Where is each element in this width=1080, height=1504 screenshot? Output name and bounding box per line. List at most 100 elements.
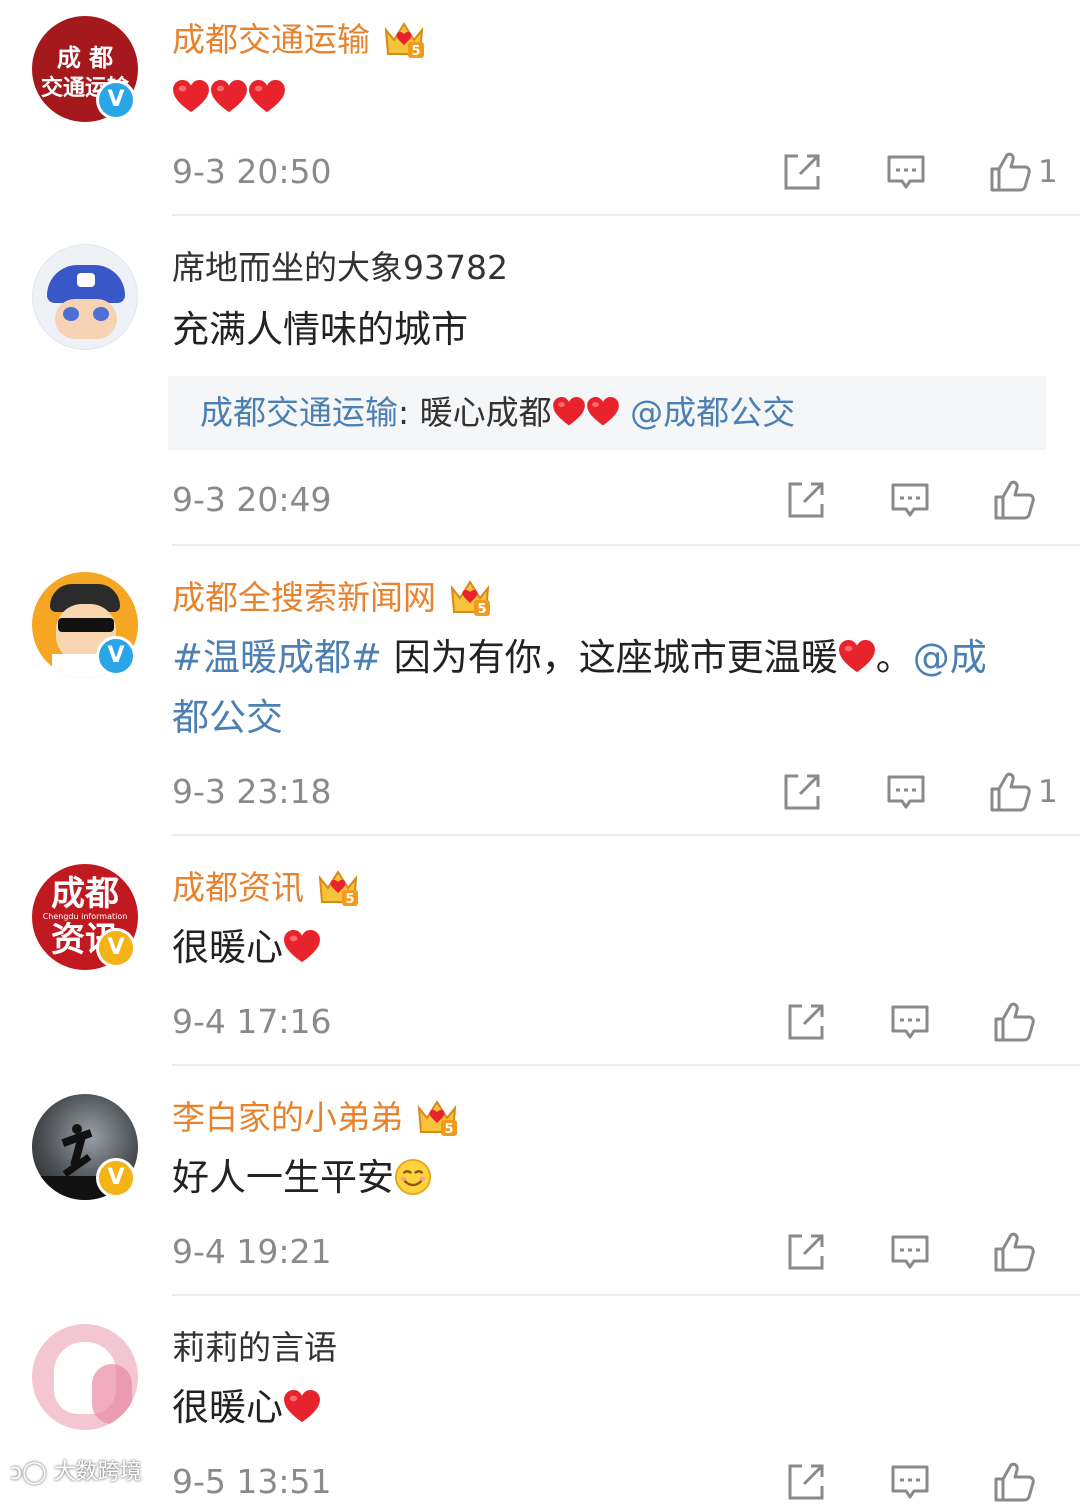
- comment-icon: [888, 1460, 932, 1504]
- avatar[interactable]: [32, 1324, 138, 1430]
- like-button[interactable]: [992, 1000, 1036, 1044]
- vip-crown-icon: [382, 20, 426, 60]
- comment-body: 因为有你，这座城市更温暖: [382, 636, 838, 679]
- user-name[interactable]: 席地而坐的大象93782: [172, 248, 508, 288]
- vip-crown-icon: [316, 868, 360, 908]
- avatar-text: 成 都: [56, 44, 114, 72]
- avatar[interactable]: [32, 244, 138, 350]
- thumb-up-icon: [992, 1460, 1036, 1504]
- comment-text: [172, 68, 1042, 128]
- comment-item: 莉莉的言语 很暖心 9-5 13:51: [0, 1296, 1080, 1490]
- comment-icon: [888, 478, 932, 522]
- share-icon: [780, 770, 824, 814]
- comment-body: 很暖心: [172, 1386, 283, 1429]
- share-button[interactable]: [784, 1000, 828, 1044]
- verified-icon: V: [96, 1158, 136, 1198]
- comment-item: 成 都 交通运输 V 成都交通运输 9-3 20:50 1: [0, 0, 1080, 216]
- action-bar: [784, 1460, 1036, 1504]
- comment-text: 好人一生平安: [172, 1148, 1042, 1208]
- comment-time: 9-4 19:21: [172, 1232, 332, 1271]
- heart-icon: [248, 80, 286, 114]
- quote-separator: :: [398, 393, 420, 432]
- share-icon: [784, 1460, 828, 1504]
- comment-time: 9-3 20:49: [172, 480, 332, 519]
- avatar[interactable]: V: [32, 572, 138, 678]
- comment-icon: [888, 1000, 932, 1044]
- user-name[interactable]: 莉莉的言语: [172, 1328, 337, 1368]
- heart-icon: [552, 397, 586, 427]
- user-name-label: 成都资讯: [172, 868, 304, 907]
- like-button[interactable]: [988, 770, 1032, 814]
- comment-time: 9-3 23:18: [172, 772, 332, 811]
- user-name[interactable]: 李白家的小弟弟: [172, 1098, 459, 1138]
- heart-icon: [586, 397, 620, 427]
- comment-item: V 成都全搜索新闻网 #温暖成都# 因为有你，这座城市更温暖 。@成都公交 9-3…: [0, 546, 1080, 836]
- heart-icon: [210, 80, 248, 114]
- mention-link[interactable]: @成都公交: [630, 393, 795, 432]
- reply-button[interactable]: [888, 1460, 932, 1504]
- reply-button[interactable]: [884, 770, 928, 814]
- like-button[interactable]: [992, 1230, 1036, 1274]
- watermark: ↄ◯ 大数跨境: [10, 1454, 142, 1486]
- comment-body: 很暖心: [172, 926, 283, 969]
- thumb-up-icon: [992, 1230, 1036, 1274]
- avatar[interactable]: 成都 Chengdu information 资讯 V: [32, 864, 138, 970]
- reply-button[interactable]: [884, 150, 928, 194]
- share-button[interactable]: [784, 1230, 828, 1274]
- like-count: 1: [1038, 154, 1058, 190]
- like-button[interactable]: [992, 1460, 1036, 1504]
- mention-link[interactable]: 都公交: [172, 696, 283, 739]
- thumb-up-icon: [988, 150, 1032, 194]
- quoted-text: 暖心成都: [419, 393, 552, 432]
- watermark-logo-icon: ↄ◯: [10, 1460, 54, 1485]
- quoted-user-name[interactable]: 成都交通运输: [200, 393, 398, 432]
- action-bar: [784, 1230, 1036, 1274]
- comment-text: 很暖心: [172, 918, 1042, 978]
- mention-link[interactable]: @成: [913, 636, 987, 679]
- comment-time: 9-4 17:16: [172, 1002, 332, 1041]
- hashtag-link[interactable]: #温暖成都#: [172, 636, 382, 679]
- heart-icon: [283, 1390, 321, 1424]
- verified-icon: V: [96, 80, 136, 120]
- heart-icon: [172, 80, 210, 114]
- user-name[interactable]: 成都资讯: [172, 868, 360, 908]
- share-icon: [784, 1000, 828, 1044]
- reply-button[interactable]: [888, 1000, 932, 1044]
- action-bar: 1: [780, 770, 1058, 814]
- user-name[interactable]: 成都交通运输: [172, 20, 426, 60]
- comment-icon: [884, 150, 928, 194]
- vip-crown-icon: [448, 578, 492, 618]
- share-icon: [784, 478, 828, 522]
- comment-icon: [888, 1230, 932, 1274]
- share-button[interactable]: [780, 150, 824, 194]
- comment-time: 9-5 13:51: [172, 1462, 332, 1501]
- verified-icon: V: [96, 636, 136, 676]
- share-button[interactable]: [784, 1460, 828, 1504]
- like-button[interactable]: [988, 150, 1032, 194]
- like-button[interactable]: [992, 478, 1036, 522]
- thumb-up-icon: [988, 770, 1032, 814]
- comment-item: V 李白家的小弟弟 好人一生平安 9-4 19:21: [0, 1066, 1080, 1296]
- action-bar: 1: [780, 150, 1058, 194]
- user-name-label: 成都全搜索新闻网: [172, 578, 436, 617]
- user-name-label: 李白家的小弟弟: [172, 1098, 403, 1137]
- comment-item: 席地而坐的大象93782 充满人情味的城市 成都交通运输: 暖心成都 @成都公交…: [0, 216, 1080, 546]
- vip-crown-icon: [415, 1098, 459, 1138]
- comment-text: 很暖心: [172, 1378, 1042, 1438]
- thumb-up-icon: [992, 1000, 1036, 1044]
- share-button[interactable]: [784, 478, 828, 522]
- quoted-reply[interactable]: 成都交通运输: 暖心成都 @成都公交: [168, 376, 1046, 450]
- action-bar: [784, 478, 1036, 522]
- avatar[interactable]: V: [32, 1094, 138, 1200]
- smile-emoji-icon: [394, 1158, 432, 1196]
- comment-icon: [884, 770, 928, 814]
- heart-icon: [838, 640, 876, 674]
- comment-time: 9-3 20:50: [172, 152, 332, 191]
- comment-body: 。: [875, 636, 913, 679]
- share-icon: [784, 1230, 828, 1274]
- avatar[interactable]: 成 都 交通运输 V: [32, 16, 138, 122]
- reply-button[interactable]: [888, 478, 932, 522]
- share-button[interactable]: [780, 770, 824, 814]
- reply-button[interactable]: [888, 1230, 932, 1274]
- user-name[interactable]: 成都全搜索新闻网: [172, 578, 492, 618]
